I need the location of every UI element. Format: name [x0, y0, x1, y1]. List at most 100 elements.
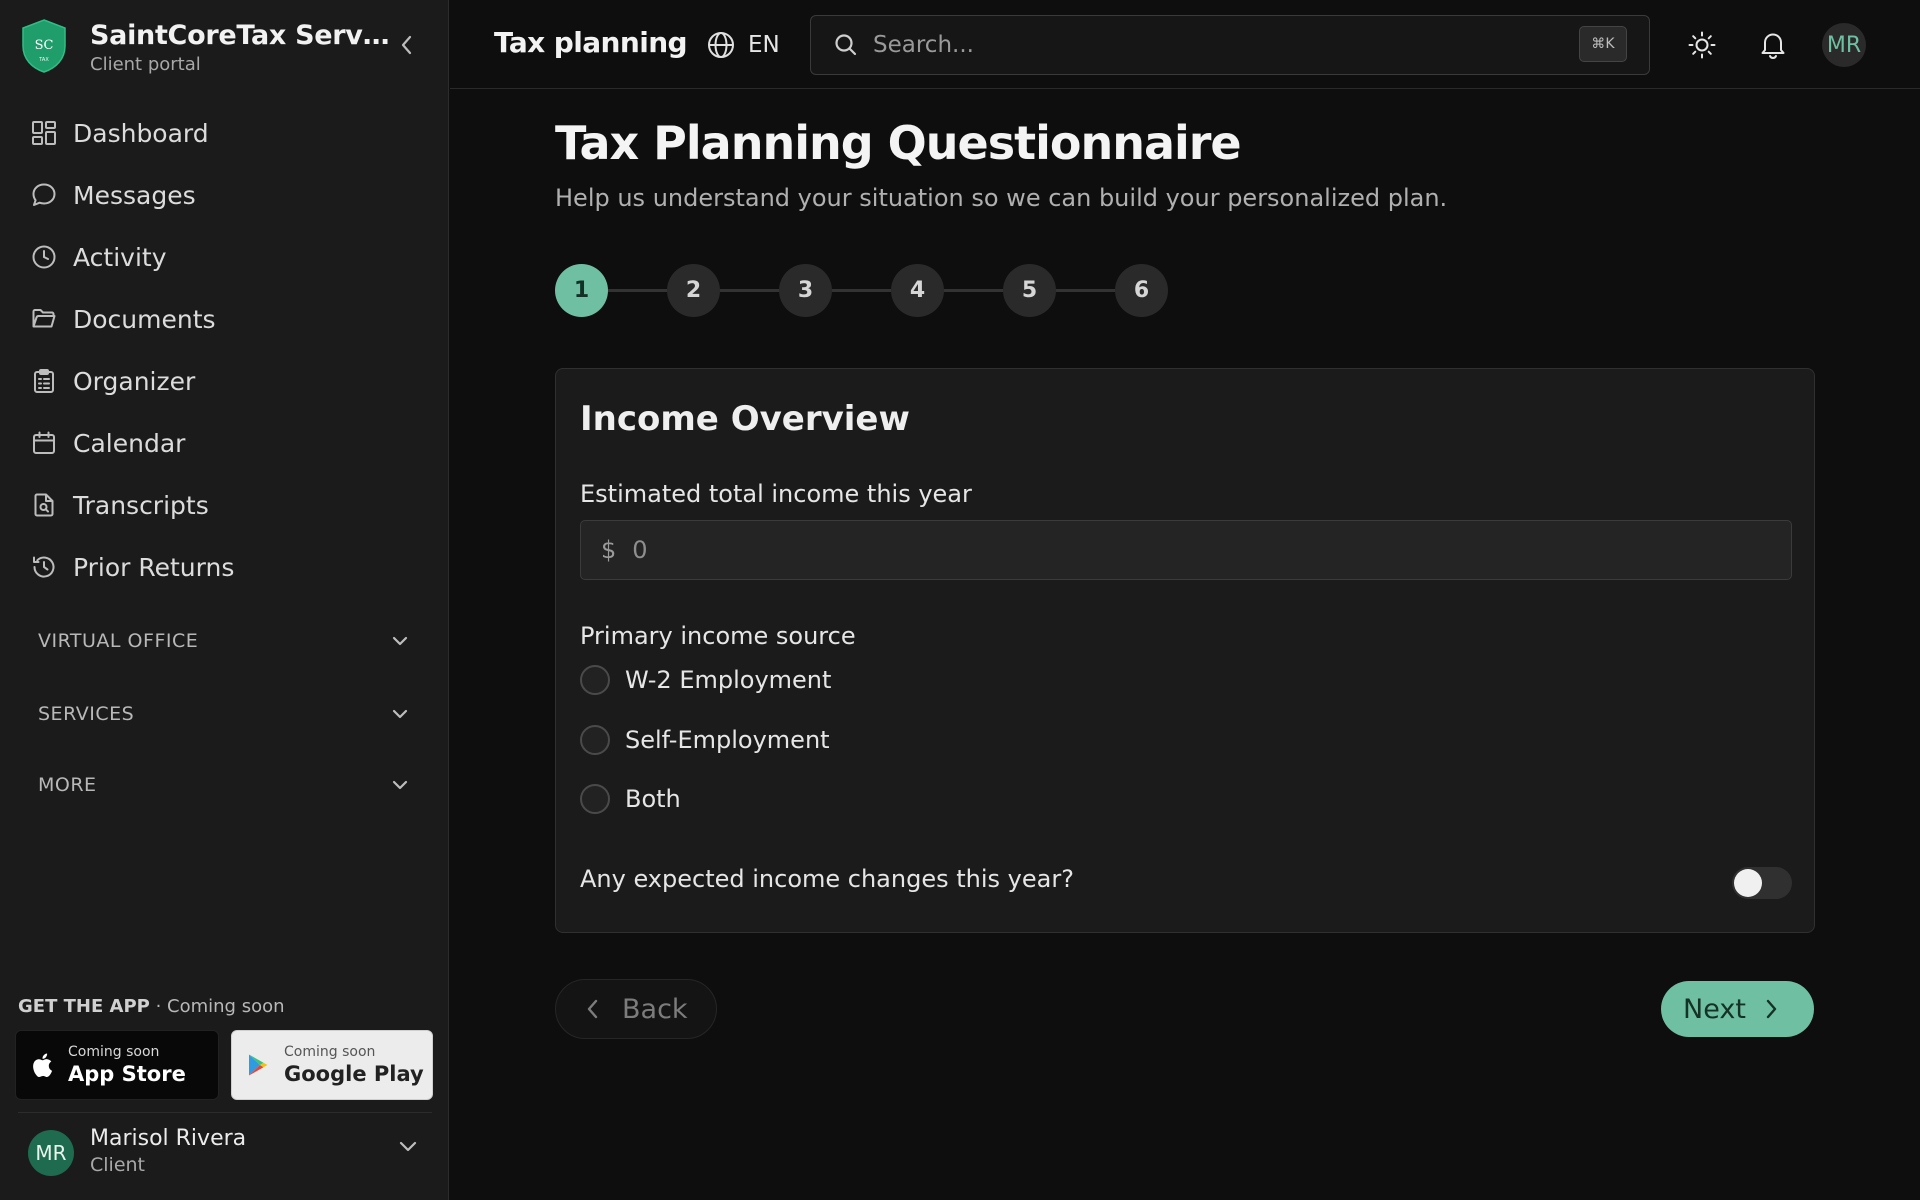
next-button[interactable]: Next — [1661, 981, 1814, 1037]
main-content: Tax Planning Questionnaire Help us under… — [450, 90, 1920, 1200]
sidebar-item-label: Transcripts — [73, 490, 209, 520]
step-connector — [832, 288, 891, 292]
search-icon — [835, 34, 857, 56]
user-name: Marisol Rivera — [90, 1126, 247, 1151]
back-label: Back — [622, 993, 688, 1025]
chevron-left-icon — [587, 999, 598, 1019]
apple-icon — [16, 1052, 68, 1078]
folder-icon — [30, 305, 58, 333]
questionnaire-title: Tax Planning Questionnaire — [555, 116, 1242, 170]
card-title: Income Overview — [580, 399, 910, 439]
radio-w2-employment[interactable]: W-2 Employment — [580, 663, 831, 697]
radio-label: Both — [625, 785, 681, 813]
get-app-note: · Coming soon — [155, 996, 285, 1017]
toggle-knob — [1734, 869, 1762, 897]
page-title: Tax planning — [494, 26, 688, 59]
section-services[interactable]: SERVICES — [0, 686, 449, 742]
radio-circle[interactable] — [580, 665, 610, 695]
sidebar-item-prior-returns[interactable]: Prior Returns — [0, 536, 449, 598]
radio-circle[interactable] — [580, 725, 610, 755]
radio-both[interactable]: Both — [580, 782, 681, 816]
theme-toggle-button[interactable] — [1681, 24, 1723, 66]
user-divider — [18, 1112, 432, 1113]
back-button[interactable]: Back — [555, 979, 717, 1039]
chat-bubble-icon — [30, 181, 58, 209]
language-switcher[interactable]: EN — [706, 28, 780, 62]
questionnaire-subtitle: Help us understand your situation so we … — [555, 184, 1448, 212]
step-1[interactable]: 1 — [555, 263, 608, 317]
sidebar-item-documents[interactable]: Documents — [0, 288, 449, 350]
google-play-button[interactable]: Coming soon Google Play — [231, 1030, 433, 1100]
history-icon — [30, 553, 58, 581]
get-the-app-heading: GET THE APP · Coming soon — [18, 996, 285, 1017]
keyboard-shortcut-badge: ⌘K — [1579, 26, 1627, 62]
income-label: Estimated total income this year — [580, 480, 972, 508]
step-3[interactable]: 3 — [779, 263, 832, 317]
sidebar-item-label: Activity — [73, 242, 167, 272]
income-changes-label: Any expected income changes this year? — [580, 865, 1074, 893]
radio-circle[interactable] — [580, 784, 610, 814]
stepper: 1 2 3 4 5 6 — [555, 263, 1168, 317]
step-5[interactable]: 5 — [1003, 263, 1056, 317]
user-role: Client — [90, 1154, 146, 1176]
sidebar-item-calendar[interactable]: Calendar — [0, 412, 449, 474]
app-store-button[interactable]: Coming soon App Store — [15, 1030, 219, 1100]
avatar: MR — [28, 1130, 74, 1176]
clock-icon — [30, 243, 58, 271]
app-store-label: App Store — [68, 1062, 186, 1086]
user-menu[interactable]: MR Marisol Rivera Client — [28, 1126, 428, 1182]
chevron-down-icon — [392, 636, 408, 646]
grid-icon — [30, 119, 58, 147]
section-more[interactable]: MORE — [0, 757, 449, 813]
notifications-button[interactable] — [1752, 24, 1794, 66]
step-4[interactable]: 4 — [891, 263, 944, 317]
radio-self-employment[interactable]: Self-Employment — [580, 723, 830, 757]
chevron-down-icon — [392, 780, 408, 790]
step-connector — [944, 288, 1003, 292]
sun-icon — [1688, 31, 1716, 59]
header-avatar[interactable]: MR — [1822, 23, 1866, 67]
income-changes-toggle[interactable] — [1732, 867, 1792, 899]
collapse-sidebar-button[interactable] — [390, 28, 424, 62]
app-store-small-label: Coming soon — [68, 1044, 160, 1060]
sidebar-item-messages[interactable]: Messages — [0, 164, 449, 226]
sidebar-item-organizer[interactable]: Organizer — [0, 350, 449, 412]
step-6[interactable]: 6 — [1115, 263, 1168, 317]
income-field[interactable]: $ — [580, 520, 1792, 580]
step-2[interactable]: 2 — [667, 263, 720, 317]
brand-subtitle: Client portal — [90, 54, 201, 75]
section-label: VIRTUAL OFFICE — [38, 630, 199, 652]
income-overview-card: Income Overview Estimated total income t… — [555, 368, 1815, 933]
search-input[interactable] — [873, 32, 1513, 58]
sidebar-nav: Dashboard Messages Activity Documents Or… — [0, 102, 449, 598]
google-play-label: Google Play — [284, 1062, 424, 1086]
chevron-right-icon — [1766, 999, 1777, 1019]
radio-label: W-2 Employment — [625, 666, 832, 694]
google-play-small-label: Coming soon — [284, 1044, 376, 1060]
get-app-title: GET THE APP — [18, 996, 150, 1017]
clipboard-icon — [30, 367, 58, 395]
section-virtual-office[interactable]: VIRTUAL OFFICE — [0, 613, 449, 669]
globe-icon — [708, 32, 734, 58]
file-search-icon — [30, 491, 58, 519]
svg-text:SC: SC — [35, 38, 54, 53]
currency-symbol: $ — [601, 536, 617, 564]
brand[interactable]: SC TAX SaintCoreTax Services Client port… — [20, 18, 430, 78]
sidebar-item-activity[interactable]: Activity — [0, 226, 449, 288]
sidebar-item-dashboard[interactable]: Dashboard — [0, 102, 449, 164]
chevron-left-icon — [401, 35, 412, 55]
radio-label: Self-Employment — [625, 726, 830, 754]
income-source-label: Primary income source — [580, 622, 856, 650]
chevron-down-icon — [392, 709, 408, 719]
section-label: SERVICES — [38, 703, 135, 725]
sidebar-item-label: Calendar — [73, 428, 186, 458]
search-box[interactable]: ⌘K — [810, 15, 1650, 75]
language-code: EN — [748, 32, 780, 58]
svg-text:TAX: TAX — [38, 57, 49, 63]
sidebar-item-label: Documents — [73, 304, 216, 334]
income-input[interactable] — [632, 536, 1733, 564]
sidebar-item-label: Messages — [73, 180, 196, 210]
next-label: Next — [1683, 993, 1746, 1025]
sidebar-item-transcripts[interactable]: Transcripts — [0, 474, 449, 536]
section-label: MORE — [38, 774, 97, 796]
